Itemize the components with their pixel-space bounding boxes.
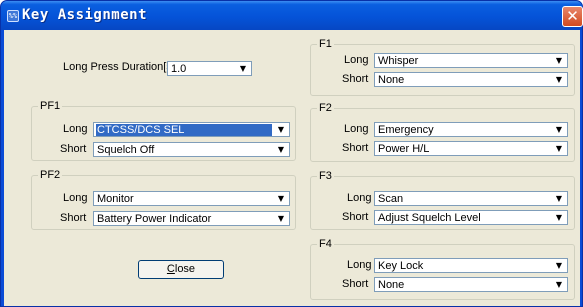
f4-long-label: Long (347, 259, 372, 271)
f1-short-value: None (378, 74, 405, 86)
f4-long-select[interactable]: Key Lock ▼ (374, 258, 568, 273)
f3-long-value: Scan (378, 193, 404, 205)
chevron-down-icon[interactable]: ▼ (551, 73, 567, 86)
group-pf1-title: PF1 (40, 100, 61, 112)
app-icon: %% (7, 10, 19, 22)
pf2-long-label: Long (63, 192, 88, 204)
f2-short-value: Power H/L (378, 143, 430, 155)
chevron-down-icon[interactable]: ▼ (273, 143, 289, 156)
f1-short-select[interactable]: None ▼ (374, 72, 568, 87)
long-press-duration-label: Long Press Duration[s] (63, 61, 175, 73)
pf2-long-value: Monitor (97, 193, 134, 205)
chevron-down-icon[interactable]: ▼ (551, 142, 567, 155)
f4-short-select[interactable]: None ▼ (374, 277, 568, 292)
pf1-long-label: Long (63, 123, 88, 135)
f1-short-label: Short (342, 73, 369, 85)
key-assignment-window: %% Key Assignment ✕ Long Press Duration[… (0, 0, 583, 307)
f3-short-label: Short (342, 211, 369, 223)
close-button-label: lose (174, 263, 196, 275)
close-button-mnemonic: C (166, 263, 175, 275)
group-f3-title: F3 (319, 170, 332, 182)
f1-long-select[interactable]: Whisper ▼ (374, 53, 568, 68)
chevron-down-icon[interactable]: ▼ (551, 192, 567, 205)
f2-short-label: Short (342, 142, 369, 154)
f2-long-label: Long (344, 123, 369, 135)
f2-long-value: Emergency (378, 124, 434, 136)
f3-long-select[interactable]: Scan ▼ (374, 191, 568, 206)
pf1-long-select[interactable]: CTCSS/DCS SEL ▼ (93, 122, 290, 137)
chevron-down-icon[interactable]: ▼ (551, 278, 567, 291)
group-f4-title: F4 (319, 238, 332, 250)
chevron-down-icon[interactable]: ▼ (551, 211, 567, 224)
pf2-short-label: Short (60, 212, 87, 224)
pf2-short-value: Battery Power Indicator (97, 213, 212, 225)
pf2-short-select[interactable]: Battery Power Indicator ▼ (93, 211, 290, 226)
f1-long-label: Long (344, 54, 369, 66)
f3-short-value: Adjust Squelch Level (378, 212, 481, 224)
close-button[interactable]: Close (138, 260, 224, 279)
pf2-long-select[interactable]: Monitor ▼ (93, 191, 290, 206)
window-title: Key Assignment (22, 7, 148, 23)
close-icon[interactable]: ✕ (562, 6, 583, 27)
f3-long-label: Long (347, 192, 372, 204)
title-bar[interactable]: %% Key Assignment ✕ (1, 1, 583, 30)
chevron-down-icon[interactable]: ▼ (273, 192, 289, 205)
chevron-down-icon[interactable]: ▼ (273, 212, 289, 225)
f4-short-label: Short (342, 278, 369, 290)
f2-long-select[interactable]: Emergency ▼ (374, 122, 568, 137)
long-press-duration-select[interactable]: 1.0 ▼ (167, 61, 252, 76)
f4-long-value: Key Lock (378, 260, 424, 272)
f3-short-select[interactable]: Adjust Squelch Level ▼ (374, 210, 568, 225)
f2-short-select[interactable]: Power H/L ▼ (374, 141, 568, 156)
chevron-down-icon[interactable]: ▼ (273, 123, 289, 136)
group-f2-title: F2 (319, 102, 332, 114)
pf1-long-value: CTCSS/DCS SEL (96, 124, 272, 136)
long-press-duration-value: 1.0 (171, 63, 187, 75)
group-f1-title: F1 (319, 38, 332, 50)
pf1-short-value: Squelch Off (97, 144, 155, 156)
chevron-down-icon[interactable]: ▼ (551, 123, 567, 136)
chevron-down-icon[interactable]: ▼ (551, 54, 567, 67)
chevron-down-icon[interactable]: ▼ (235, 62, 251, 75)
dialog-client-area: Long Press Duration[s] 1.0 ▼ PF1 Long CT… (4, 30, 580, 306)
group-pf2-title: PF2 (40, 169, 61, 181)
pf1-short-label: Short (60, 143, 87, 155)
pf1-short-select[interactable]: Squelch Off ▼ (93, 142, 290, 157)
chevron-down-icon[interactable]: ▼ (551, 259, 567, 272)
f1-long-value: Whisper (378, 55, 419, 67)
f4-short-value: None (378, 279, 405, 291)
